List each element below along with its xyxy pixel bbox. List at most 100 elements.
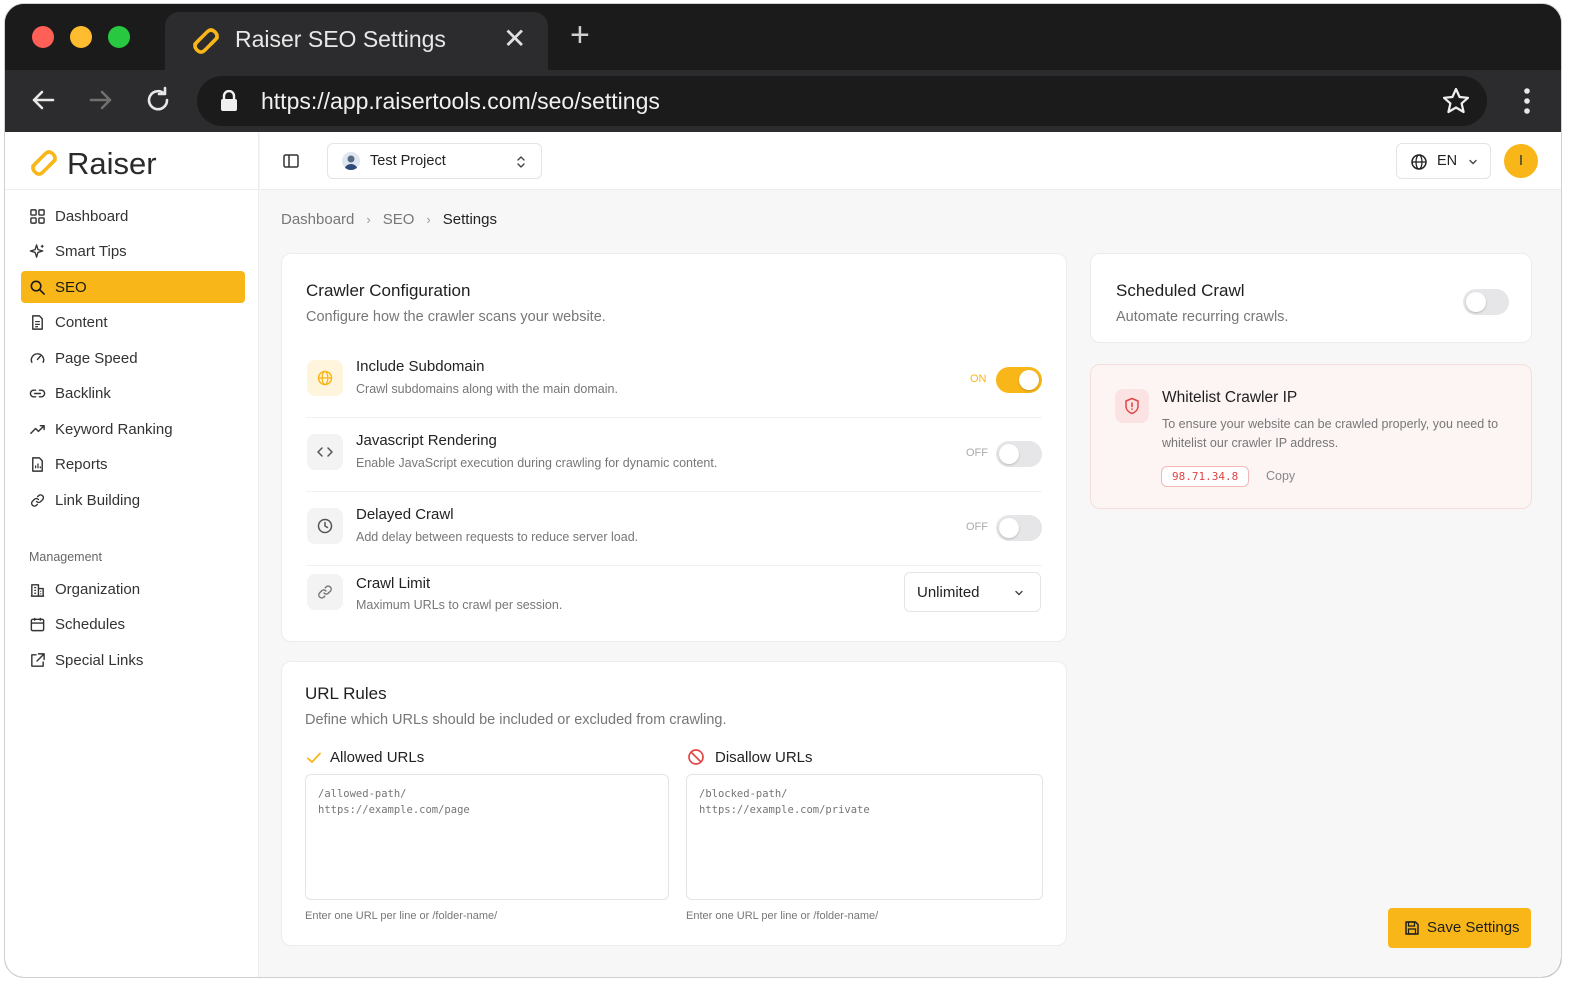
whitelist-ip-card: Whitelist Crawler IP To ensure your webs… bbox=[1090, 364, 1532, 509]
sidebar-item-schedules[interactable]: Schedules bbox=[21, 609, 245, 641]
chevron-down-icon bbox=[1469, 159, 1477, 165]
sidebar-item-link-building[interactable]: Link Building bbox=[21, 484, 245, 516]
sidebar-item-content[interactable]: Content bbox=[21, 307, 245, 339]
report-icon bbox=[32, 457, 43, 472]
app-viewport: Raiser Dashboard Smart Tips SEO Content … bbox=[5, 132, 1561, 977]
breadcrumb-current: Settings bbox=[442, 211, 497, 228]
toggle-state-label: OFF bbox=[966, 447, 988, 459]
setting-title: Delayed Crawl bbox=[356, 506, 454, 523]
copy-ip-button[interactable]: Copy bbox=[1266, 469, 1295, 483]
javascript-rendering-toggle[interactable] bbox=[996, 441, 1042, 467]
browser-tab[interactable]: Raiser SEO Settings ✕ bbox=[165, 12, 548, 70]
gauge-icon bbox=[30, 352, 45, 363]
sidebar: Raiser Dashboard Smart Tips SEO Content … bbox=[5, 132, 259, 977]
sidebar-item-backlink[interactable]: Backlink bbox=[21, 378, 245, 410]
ban-icon bbox=[688, 749, 704, 765]
sidebar-item-label: Page Speed bbox=[55, 349, 138, 367]
sidebar-item-reports[interactable]: Reports bbox=[21, 449, 245, 481]
scheduled-crawl-card: Scheduled Crawl Automate recurring crawl… bbox=[1090, 253, 1532, 343]
breadcrumb: Dashboard › SEO › Settings bbox=[281, 211, 497, 228]
scheduled-crawl-subtitle: Automate recurring crawls. bbox=[1116, 309, 1289, 325]
scheduled-crawl-toggle[interactable] bbox=[1463, 289, 1509, 315]
setting-javascript-rendering: Javascript Rendering Enable JavaScript e… bbox=[306, 418, 1042, 492]
address-toolbar: https://app.raisertools.com/seo/settings bbox=[5, 70, 1561, 132]
disallow-urls-textarea[interactable] bbox=[686, 774, 1043, 900]
forward-arrow-icon[interactable] bbox=[85, 84, 117, 116]
sidebar-item-smart-tips[interactable]: Smart Tips bbox=[21, 236, 245, 268]
link-icon bbox=[318, 585, 332, 599]
sidebar-toggle-icon[interactable] bbox=[282, 152, 300, 170]
url-bar[interactable]: https://app.raisertools.com/seo/settings bbox=[197, 76, 1487, 126]
tab-close-button[interactable]: ✕ bbox=[503, 22, 526, 55]
whitelist-title: Whitelist Crawler IP bbox=[1162, 389, 1298, 406]
bookmark-star-icon[interactable] bbox=[1441, 86, 1471, 116]
chain-icon bbox=[30, 493, 45, 507]
browser-menu-icon[interactable] bbox=[1513, 85, 1541, 117]
user-avatar[interactable]: I bbox=[1504, 144, 1538, 178]
tab-strip: Raiser SEO Settings ✕ + bbox=[5, 4, 1561, 70]
include-subdomain-toggle[interactable] bbox=[996, 367, 1042, 393]
crawl-limit-select[interactable]: Unlimited bbox=[904, 572, 1041, 612]
allowed-urls-label: Allowed URLs bbox=[330, 749, 425, 766]
breadcrumb-dashboard[interactable]: Dashboard bbox=[281, 211, 354, 228]
sidebar-item-organization[interactable]: Organization bbox=[21, 573, 245, 605]
management-section-label: Management bbox=[29, 550, 102, 564]
url-rules-subtitle: Define which URLs should be included or … bbox=[305, 712, 727, 728]
language-selector[interactable]: EN bbox=[1396, 143, 1491, 179]
project-person-icon bbox=[344, 155, 358, 170]
sidebar-item-label: Smart Tips bbox=[55, 243, 127, 260]
sidebar-item-label: Special Links bbox=[55, 651, 144, 669]
sidebar-item-label: Dashboard bbox=[55, 207, 129, 225]
reload-icon[interactable] bbox=[142, 84, 174, 116]
minimize-window-button[interactable] bbox=[70, 26, 92, 48]
shield-icon-wrap bbox=[1115, 389, 1149, 423]
sidebar-item-label: Content bbox=[55, 314, 108, 331]
crawl-limit-value: Unlimited bbox=[917, 584, 980, 601]
setting-include-subdomain: Include Subdomain Crawl subdomains along… bbox=[306, 344, 1042, 418]
sidebar-divider bbox=[5, 189, 259, 190]
language-label: EN bbox=[1437, 153, 1458, 169]
code-icon bbox=[317, 447, 333, 457]
project-name: Test Project bbox=[370, 153, 446, 169]
crawler-ip-chip[interactable]: 98.71.34.8 bbox=[1161, 466, 1250, 487]
breadcrumb-seo[interactable]: SEO bbox=[383, 211, 415, 228]
raiser-logo-icon bbox=[31, 150, 57, 176]
sidebar-item-label: Link Building bbox=[55, 491, 141, 509]
shield-alert-icon bbox=[1125, 397, 1139, 415]
sidebar-item-dashboard[interactable]: Dashboard bbox=[21, 200, 245, 232]
toggle-state-label: OFF bbox=[966, 521, 988, 533]
trend-icon bbox=[30, 424, 45, 434]
toggle-knob bbox=[999, 518, 1019, 538]
crawler-card-title: Crawler Configuration bbox=[306, 281, 471, 300]
disallow-urls-hint: Enter one URL per line or /folder-name/ bbox=[686, 910, 879, 922]
setting-description: Add delay between requests to reduce ser… bbox=[356, 530, 639, 544]
crawler-card-subtitle: Configure how the crawler scans your web… bbox=[306, 309, 606, 325]
setting-title: Crawl Limit bbox=[356, 575, 431, 592]
allowed-urls-textarea[interactable] bbox=[305, 774, 669, 900]
external-link-icon bbox=[31, 652, 45, 667]
setting-icon-wrap bbox=[307, 508, 343, 544]
maximize-window-button[interactable] bbox=[108, 26, 130, 48]
management-nav: Organization Schedules Special Links bbox=[21, 573, 245, 680]
new-tab-button[interactable]: + bbox=[570, 18, 590, 52]
chevron-down-icon bbox=[1015, 590, 1023, 596]
close-window-button[interactable] bbox=[32, 26, 54, 48]
delayed-crawl-toggle[interactable] bbox=[996, 515, 1042, 541]
setting-title: Include Subdomain bbox=[356, 358, 485, 375]
sidebar-item-label: Backlink bbox=[55, 385, 111, 402]
sidebar-item-seo[interactable]: SEO bbox=[21, 271, 245, 303]
sidebar-item-page-speed[interactable]: Page Speed bbox=[21, 342, 245, 374]
sidebar-item-keyword-ranking[interactable]: Keyword Ranking bbox=[21, 413, 245, 445]
browser-window: Raiser SEO Settings ✕ + https://app.rais… bbox=[4, 3, 1562, 978]
setting-delayed-crawl: Delayed Crawl Add delay between requests… bbox=[306, 492, 1042, 566]
tab-title: Raiser SEO Settings bbox=[235, 26, 446, 52]
url-text[interactable]: https://app.raisertools.com/seo/settings bbox=[261, 88, 660, 115]
back-arrow-icon[interactable] bbox=[27, 84, 59, 116]
sidebar-item-special-links[interactable]: Special Links bbox=[21, 644, 245, 676]
whitelist-description-line1: To ensure your website can be crawled pr… bbox=[1162, 417, 1499, 431]
breadcrumb-separator: › bbox=[426, 212, 431, 227]
project-selector[interactable]: Test Project bbox=[327, 143, 542, 179]
save-settings-button[interactable]: Save Settings bbox=[1388, 908, 1531, 948]
search-icon bbox=[30, 280, 45, 295]
calendar-icon bbox=[30, 617, 45, 632]
